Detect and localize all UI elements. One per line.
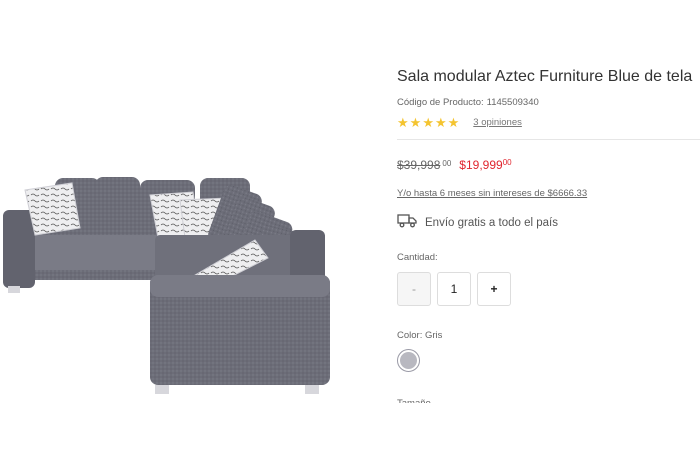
quantity-label: Cantidad: bbox=[397, 252, 438, 263]
installments-link[interactable]: Y/o hasta 6 meses sin intereses de $6666… bbox=[397, 188, 587, 199]
old-price-cents: 00 bbox=[442, 159, 452, 168]
sale-price-cents: 00 bbox=[502, 158, 512, 167]
star-icon: ★ bbox=[434, 115, 447, 130]
product-title: Sala modular Aztec Furniture Blue de tel… bbox=[397, 68, 693, 85]
divider bbox=[397, 139, 700, 140]
product-code: Código de Producto: 1145509340 bbox=[397, 97, 542, 108]
color-swatch-gris[interactable] bbox=[397, 349, 420, 372]
product-details: Sala modular Aztec Furniture Blue de tel… bbox=[397, 0, 700, 466]
star-icon: ★ bbox=[422, 115, 434, 130]
sale-price: $19,999 bbox=[459, 158, 503, 172]
price-block: $39,998 00 $19,999 00 bbox=[397, 158, 512, 172]
quantity-stepper: - + bbox=[397, 272, 511, 306]
star-icon: ★ bbox=[447, 115, 460, 130]
shipping-label: Envío gratis a todo el país bbox=[425, 217, 558, 229]
color-label: Color: Gris bbox=[397, 330, 443, 341]
quantity-input[interactable] bbox=[437, 272, 471, 306]
rating: ★ ★ ★ ★ ★ 3 opiniones bbox=[397, 116, 522, 129]
quantity-increase-button[interactable]: + bbox=[477, 272, 511, 306]
quantity-decrease-button[interactable]: - bbox=[397, 272, 431, 306]
product-code-value: 1145509340 bbox=[486, 97, 539, 108]
color-swatch-fill bbox=[400, 352, 417, 369]
truck-icon bbox=[397, 213, 418, 233]
product-image[interactable] bbox=[0, 150, 340, 400]
reviews-link[interactable]: 3 opiniones bbox=[473, 117, 522, 128]
star-icon: ★ bbox=[409, 115, 422, 130]
old-price: $39,998 bbox=[397, 158, 441, 172]
size-label: Tamaño bbox=[397, 398, 437, 403]
product-code-label: Código de Producto: bbox=[397, 97, 484, 108]
star-icon: ★ bbox=[397, 115, 409, 130]
shipping-info: Envío gratis a todo el país bbox=[397, 213, 558, 233]
